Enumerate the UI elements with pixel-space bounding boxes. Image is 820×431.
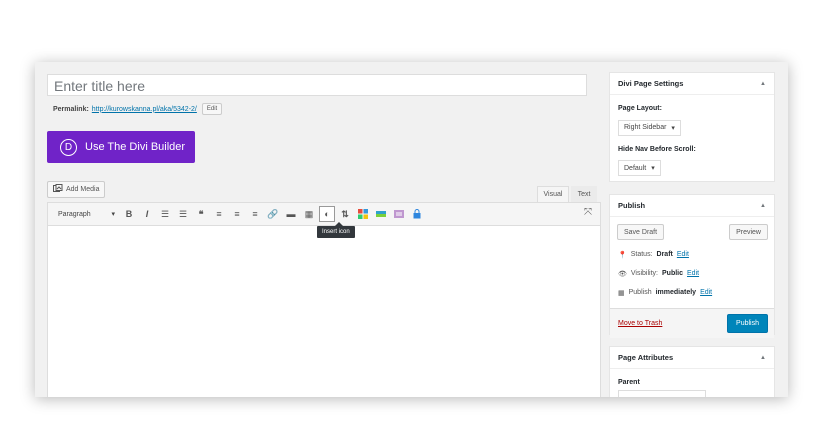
divi-settings-box: Divi Page Settings ▲ Page Layout: Right … — [609, 72, 775, 182]
insert-icon-tooltip: Insert icon — [317, 222, 355, 238]
schedule-edit-link[interactable]: Edit — [700, 289, 712, 296]
visibility-label: Visibility: — [630, 270, 658, 277]
visibility-value: Public — [662, 270, 684, 277]
color-blocks-icon[interactable] — [355, 206, 371, 222]
format-select-value: Paragraph — [58, 210, 91, 218]
publish-footer: Move to Trash Publish — [610, 308, 774, 338]
editor-window: Enter title here Permalink: http://kurow… — [35, 62, 788, 397]
hide-nav-label: Hide Nav Before Scroll: — [618, 145, 696, 153]
visibility-row: 👁 Visibility: Public Edit — [618, 264, 766, 283]
divider-icon[interactable] — [373, 206, 389, 222]
hide-nav-value: Default — [624, 164, 647, 172]
page-layout-select[interactable]: Right Sidebar ▾ — [618, 119, 681, 136]
status-edit-link[interactable]: Edit — [677, 251, 689, 258]
status-value: Draft — [656, 251, 673, 258]
permalink-link[interactable]: http://kurowskanna.pl/aka/5342-2/ — [92, 106, 197, 113]
preview-button[interactable]: Preview — [729, 224, 768, 240]
bold-icon[interactable]: B — [121, 206, 137, 222]
numbered-list-icon[interactable]: ☰ — [175, 206, 191, 222]
title-input[interactable]: Enter title here — [47, 74, 587, 96]
collapse-arrow-icon[interactable]: ▲ — [760, 81, 766, 87]
page-layout-label: Page Layout: — [618, 105, 662, 112]
media-icon — [53, 184, 63, 195]
collapse-arrow-icon[interactable]: ▲ — [760, 203, 766, 209]
tab-visual[interactable]: Visual — [537, 186, 569, 202]
list-block-icon[interactable] — [391, 206, 407, 222]
bullet-list-icon[interactable]: ☰ — [157, 206, 173, 222]
dropdown-arrow-icon: ▾ — [671, 124, 675, 132]
shortcode-icon[interactable]: ⇅ — [337, 206, 353, 222]
publish-header[interactable]: Publish ▲ — [610, 195, 774, 217]
collapse-arrow-icon[interactable]: ▲ — [760, 355, 766, 361]
pin-icon: 📍 — [618, 251, 627, 259]
read-more-icon[interactable]: ▬ — [283, 206, 299, 222]
publish-actions: Save Draft Preview — [617, 224, 768, 240]
parent-select[interactable] — [618, 390, 706, 397]
dropdown-arrow-icon: ▾ — [651, 165, 655, 172]
divi-settings-header[interactable]: Divi Page Settings ▲ — [610, 73, 774, 95]
page-attributes-header[interactable]: Page Attributes ▲ — [610, 347, 774, 369]
permalink-edit-button[interactable]: Edit — [201, 103, 223, 115]
status-label: Status: — [630, 251, 653, 258]
editor-toolbar: Paragraph ▾ B I ☰ ☰ ❝ ≡ ≡ ≡ 🔗 ▬ ▦ ◐ ⇅ ⤧ — [47, 202, 601, 226]
visibility-edit-link[interactable]: Edit — [687, 270, 699, 277]
calendar-icon: ▦ — [618, 289, 625, 297]
schedule-row: ▦ Publish immediately Edit — [618, 283, 766, 302]
align-center-icon[interactable]: ≡ — [229, 206, 245, 222]
divi-builder-button[interactable]: D Use The Divi Builder — [47, 131, 195, 163]
lock-icon[interactable] — [409, 206, 425, 222]
add-media-button[interactable]: Add Media — [47, 181, 106, 198]
publish-title: Publish — [618, 201, 646, 210]
divi-logo-icon: D — [60, 138, 77, 156]
page-attributes-title: Page Attributes — [618, 353, 674, 362]
add-media-label: Add Media — [66, 186, 100, 193]
align-right-icon[interactable]: ≡ — [247, 206, 263, 222]
hide-nav-select[interactable]: Default ▾ — [618, 160, 661, 176]
divi-settings-title: Divi Page Settings — [618, 79, 684, 88]
fullscreen-icon[interactable]: ⤧ — [584, 207, 592, 218]
toolbar-toggle-icon[interactable]: ▦ — [301, 206, 317, 222]
parent-label: Parent — [618, 379, 640, 386]
italic-icon[interactable]: I — [139, 206, 155, 222]
insert-icon-icon[interactable]: ◐ — [319, 206, 335, 222]
schedule-label: Publish — [628, 289, 652, 296]
move-to-trash-link[interactable]: Move to Trash — [618, 320, 662, 327]
align-left-icon[interactable]: ≡ — [211, 206, 227, 222]
tab-text[interactable]: Text — [571, 186, 597, 202]
status-row: 📍 Status: Draft Edit — [618, 245, 766, 264]
eye-icon: 👁 — [618, 270, 627, 278]
publish-button[interactable]: Publish — [727, 314, 768, 333]
permalink-row: Permalink: http://kurowskanna.pl/aka/534… — [53, 103, 223, 115]
link-icon[interactable]: 🔗 — [265, 206, 281, 222]
divi-builder-label: Use The Divi Builder — [85, 141, 186, 153]
page-layout-value: Right Sidebar — [624, 124, 667, 131]
editor-content-area[interactable] — [47, 226, 601, 397]
page-attributes-box: Page Attributes ▲ Parent — [609, 346, 775, 397]
dropdown-arrow-icon: ▾ — [111, 211, 115, 218]
publish-box: Publish ▲ Save Draft Preview 📍 Status: D… — [609, 194, 775, 338]
blockquote-icon[interactable]: ❝ — [193, 206, 209, 222]
schedule-value: immediately — [655, 289, 697, 296]
save-draft-button[interactable]: Save Draft — [617, 224, 665, 240]
permalink-label: Permalink: — [53, 105, 89, 113]
format-select[interactable]: Paragraph ▾ — [52, 207, 118, 221]
